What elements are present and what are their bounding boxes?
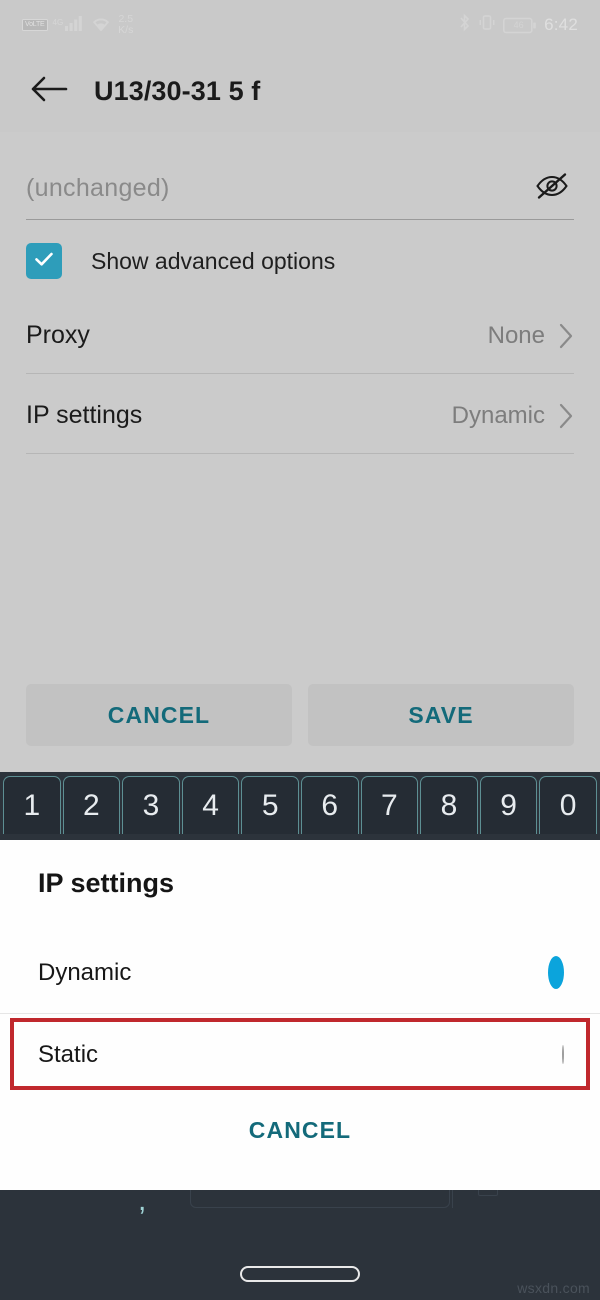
- show-advanced-options-label: Show advanced options: [91, 247, 336, 274]
- wifi-icon: [90, 14, 112, 36]
- show-advanced-options-checkbox[interactable]: [26, 243, 62, 279]
- battery-level-label: 46: [513, 20, 524, 30]
- volte-icon: VoLTE: [22, 19, 48, 31]
- wifi-config-panel: Show advanced options Proxy None IP sett…: [0, 132, 600, 772]
- form-action-bar: CANCEL SAVE: [26, 684, 574, 746]
- status-bar-right: 46 6:42: [458, 13, 578, 37]
- setting-row-ip-settings[interactable]: IP settings Dynamic: [26, 378, 574, 454]
- dialog-title: IP settings: [38, 868, 175, 898]
- chevron-right-icon: [558, 402, 574, 430]
- watermark-label: wsxdn.com: [517, 1280, 590, 1296]
- chevron-right-icon: [558, 322, 574, 350]
- key-1[interactable]: 1: [3, 776, 61, 834]
- keyboard-divider: [452, 1190, 453, 1208]
- radio-option-dynamic[interactable]: Dynamic: [0, 932, 600, 1014]
- ip-settings-value: Dynamic: [451, 401, 545, 429]
- vibrate-icon: [478, 13, 496, 37]
- home-indicator[interactable]: [240, 1266, 360, 1282]
- save-button[interactable]: SAVE: [308, 684, 574, 746]
- app-bar: U13/30-31 5 f: [0, 50, 600, 132]
- key-6[interactable]: 6: [300, 776, 359, 834]
- data-rate-unit: K/s: [118, 24, 134, 36]
- ip-settings-dialog: IP settings Dynamic Static CANCEL: [0, 840, 600, 1190]
- radio-option-dynamic-label: Dynamic: [38, 958, 132, 986]
- show-advanced-options-row[interactable]: Show advanced options: [26, 230, 574, 292]
- radio-button-dynamic[interactable]: [548, 955, 564, 989]
- password-field-row: [26, 158, 574, 220]
- key-2[interactable]: 2: [62, 776, 121, 834]
- status-bar-left: VoLTE 4G 2.5 K/s: [22, 14, 133, 36]
- keyboard-number-row: 1 2 3 4 5 6 7 8 9 0: [0, 772, 600, 840]
- key-9[interactable]: 9: [479, 776, 538, 834]
- ip-settings-label: IP settings: [26, 401, 143, 429]
- key-8[interactable]: 8: [420, 776, 478, 834]
- radio-option-static[interactable]: Static: [0, 1014, 600, 1096]
- key-period[interactable]: [478, 1190, 498, 1196]
- network-type-label: 4G: [52, 18, 64, 27]
- status-bar: VoLTE 4G 2.5 K/s 46 6:42: [0, 0, 600, 50]
- key-4[interactable]: 4: [181, 776, 240, 834]
- toggle-password-visibility-button[interactable]: [530, 167, 574, 211]
- data-rate-indicator: 2.5 K/s: [118, 14, 133, 36]
- dialog-cancel-button[interactable]: CANCEL: [0, 1098, 600, 1162]
- cellular-signal-icon: [65, 14, 85, 36]
- proxy-value: None: [487, 321, 545, 349]
- key-3[interactable]: 3: [122, 776, 180, 834]
- radio-button-static[interactable]: [562, 1045, 564, 1064]
- bluetooth-icon: [458, 13, 471, 37]
- keyboard-bottom-strip: , wsxdn.com: [0, 1190, 600, 1300]
- radio-option-static-label: Static: [38, 1041, 99, 1068]
- checkmark-icon: [32, 247, 56, 276]
- setting-row-proxy[interactable]: Proxy None: [26, 298, 574, 374]
- back-button[interactable]: [26, 68, 72, 114]
- cancel-button[interactable]: CANCEL: [26, 684, 292, 746]
- key-comma[interactable]: ,: [138, 1190, 146, 1218]
- page-title: U13/30-31 5 f: [94, 75, 261, 106]
- key-7[interactable]: 7: [360, 776, 419, 834]
- key-5[interactable]: 5: [241, 776, 299, 834]
- phone-screen: VoLTE 4G 2.5 K/s 46 6:42 U13/30-31 5 f (…: [0, 0, 600, 1300]
- proxy-label: Proxy: [26, 321, 90, 349]
- key-0[interactable]: 0: [539, 776, 597, 834]
- key-space[interactable]: [190, 1190, 450, 1208]
- radio-selected-icon: [548, 955, 564, 989]
- radio-unselected-icon: [562, 1045, 564, 1064]
- battery-icon: 46: [503, 17, 537, 34]
- arrow-back-icon: [29, 74, 69, 109]
- status-bar-clock: 6:42: [544, 15, 578, 34]
- password-input[interactable]: [26, 174, 530, 203]
- eye-off-icon: [535, 172, 569, 205]
